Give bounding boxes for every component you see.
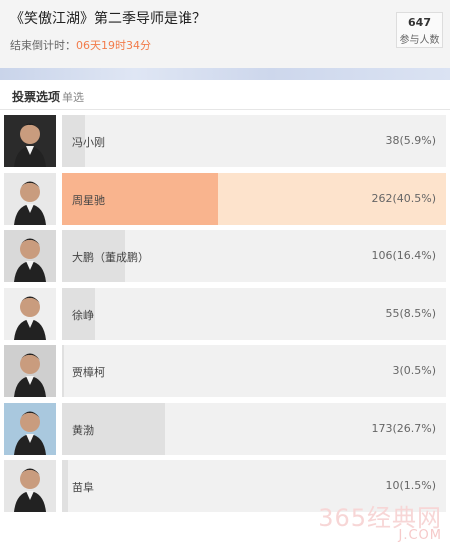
- candidate-name: 苗阜: [72, 481, 94, 494]
- vote-count: 106(16.4%): [371, 249, 436, 262]
- options-bar: 投票选项 单选: [0, 80, 450, 110]
- vote-count: 10(1.5%): [385, 479, 436, 492]
- poll-header: 《笑傲江湖》第二季导师是谁？ 结束倒计时：06天19时34分 647 参与人数: [0, 0, 450, 68]
- vote-option[interactable]: 周星驰 262(40.5%): [0, 172, 450, 228]
- vote-bar-track[interactable]: 大鹏（董成鹏） 106(16.4%): [62, 230, 446, 282]
- candidate-name: 徐峥: [72, 309, 94, 322]
- candidate-avatar: [4, 460, 56, 512]
- countdown-label: 结束倒计时：: [10, 39, 76, 52]
- vote-option[interactable]: 黄渤 173(26.7%): [0, 402, 450, 458]
- poll-title: 《笑傲江湖》第二季导师是谁？: [10, 11, 206, 27]
- options-mode: 单选: [62, 91, 84, 104]
- vote-count: 3(0.5%): [392, 364, 436, 377]
- vote-bar-fill: [62, 345, 64, 397]
- vote-bar-fill: [62, 460, 68, 512]
- watermark-url: J.COM: [398, 528, 442, 543]
- vote-option[interactable]: 大鹏（董成鹏） 106(16.4%): [0, 229, 450, 285]
- candidate-name: 周星驰: [72, 194, 105, 207]
- vote-bar-track[interactable]: 徐峥 55(8.5%): [62, 288, 446, 340]
- header-divider: [0, 68, 450, 80]
- vote-bar-track[interactable]: 贾樟柯 3(0.5%): [62, 345, 446, 397]
- vote-option[interactable]: 贾樟柯 3(0.5%): [0, 344, 450, 400]
- options-title: 投票选项: [12, 90, 61, 104]
- countdown: 结束倒计时：06天19时34分: [10, 37, 151, 53]
- vote-option[interactable]: 徐峥 55(8.5%): [0, 287, 450, 343]
- candidate-name: 贾樟柯: [72, 366, 105, 379]
- vote-count: 173(26.7%): [371, 422, 436, 435]
- candidate-name: 黄渤: [72, 424, 94, 437]
- participants-label: 参与人数: [399, 35, 440, 46]
- candidate-avatar: [4, 230, 56, 282]
- vote-count: 262(40.5%): [371, 192, 436, 205]
- participants-count: 647: [408, 16, 431, 29]
- countdown-value: 06天19时34分: [76, 39, 151, 52]
- candidate-avatar: [4, 403, 56, 455]
- candidate-avatar: [4, 173, 56, 225]
- candidate-avatar: [4, 115, 56, 167]
- candidate-avatar: [4, 345, 56, 397]
- participants-box: 647 参与人数: [396, 12, 443, 48]
- watermark: 365经典网 J.COM: [262, 498, 448, 546]
- vote-bar-track[interactable]: 冯小刚 38(5.9%): [62, 115, 446, 167]
- vote-bar-track[interactable]: 周星驰 262(40.5%): [62, 173, 446, 225]
- vote-count: 55(8.5%): [385, 307, 436, 320]
- candidate-avatar: [4, 288, 56, 340]
- vote-bar-track[interactable]: 黄渤 173(26.7%): [62, 403, 446, 455]
- candidate-name: 冯小刚: [72, 136, 105, 149]
- vote-count: 38(5.9%): [385, 134, 436, 147]
- candidate-name: 大鹏（董成鹏）: [72, 251, 149, 264]
- vote-option[interactable]: 冯小刚 38(5.9%): [0, 114, 450, 170]
